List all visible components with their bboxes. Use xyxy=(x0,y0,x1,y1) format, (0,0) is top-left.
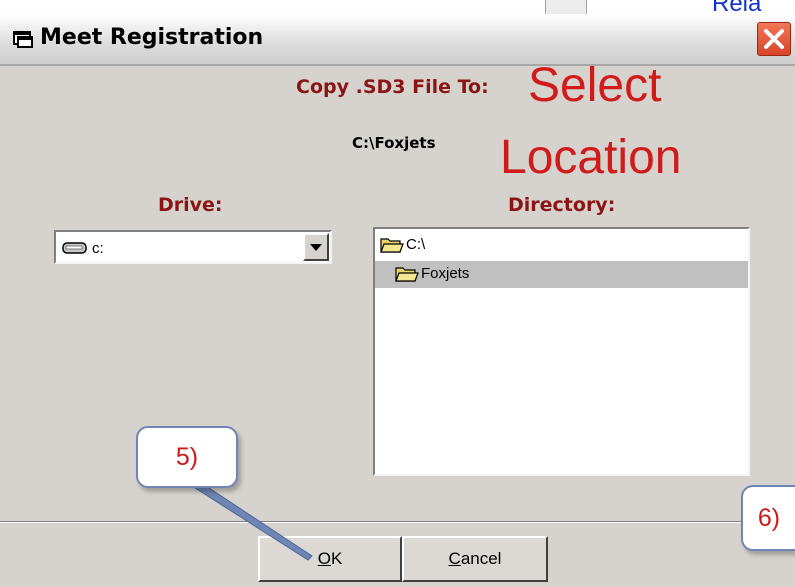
callout-step-6: 6) xyxy=(741,485,795,551)
callout-step-5: 5) xyxy=(136,426,238,488)
callout-pointer xyxy=(190,485,313,561)
